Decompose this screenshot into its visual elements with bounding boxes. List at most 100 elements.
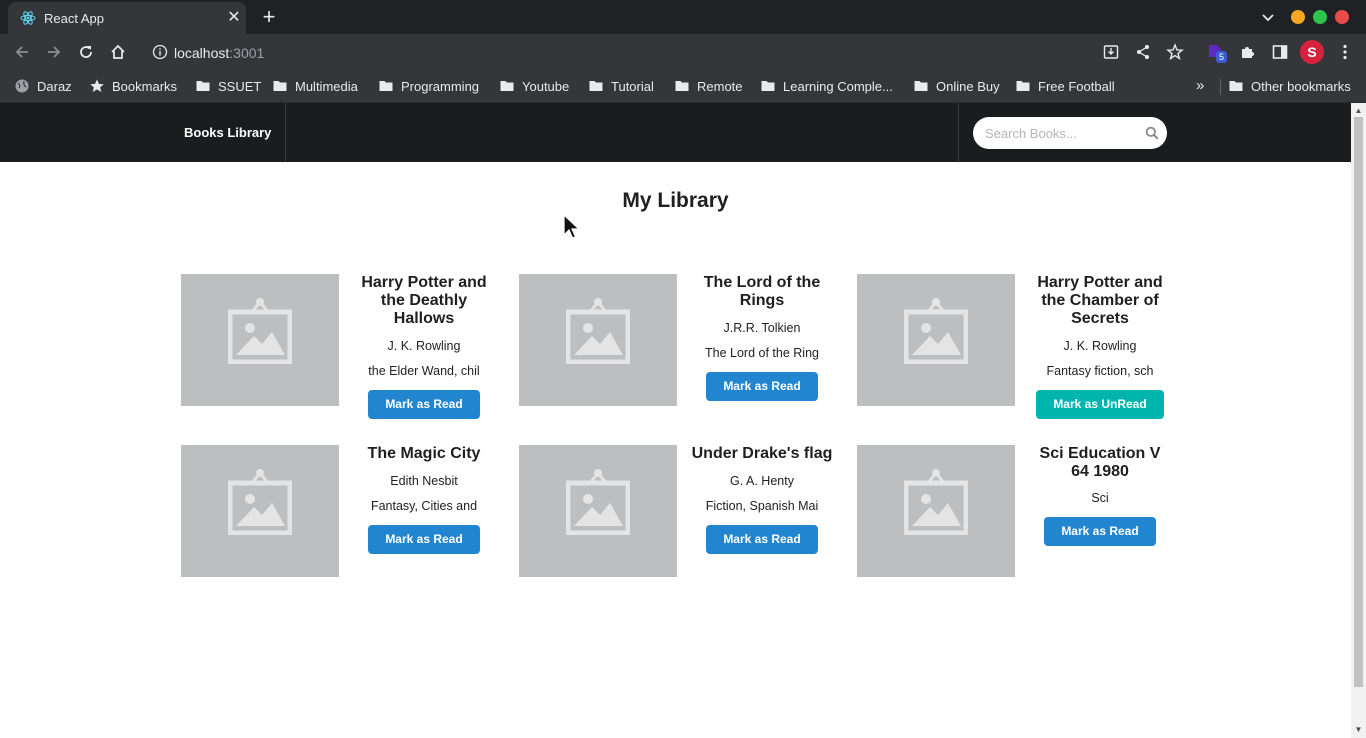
folder-icon: [1229, 81, 1243, 91]
book-cover: [181, 445, 339, 577]
book-cover: [857, 274, 1015, 406]
book-title: Under Drake's flag: [691, 445, 833, 462]
search-area: [958, 103, 1183, 162]
extension-badge: 5: [1216, 51, 1228, 63]
close-window-button[interactable]: [1335, 10, 1349, 24]
mark-as-read-button[interactable]: Mark as Read: [368, 390, 480, 419]
chevron-double-right-icon[interactable]: »: [1196, 78, 1210, 94]
book-description: The Lord of the Ring: [705, 346, 819, 360]
bookmark-folder-free-football[interactable]: Free Football: [1015, 78, 1115, 94]
brand-link[interactable]: Books Library: [168, 103, 287, 162]
bookmark-folder-tutorial[interactable]: Tutorial: [588, 78, 654, 94]
book-author: J. K. Rowling: [1063, 339, 1137, 353]
book-info: The Lord of the Rings J.R.R. Tolkien The…: [691, 274, 833, 401]
search-box: [973, 117, 1167, 149]
image-placeholder-icon: [566, 298, 630, 364]
book-title: Harry Potter and the Deathly Hallows: [361, 274, 487, 327]
search-icon[interactable]: [1145, 126, 1159, 140]
share-icon[interactable]: [1134, 43, 1152, 61]
chevron-down-icon[interactable]: [1260, 9, 1276, 25]
mouse-cursor-icon: [563, 214, 581, 239]
folder-icon: [914, 81, 928, 91]
back-arrow-icon[interactable]: [13, 43, 31, 61]
book-cover: [181, 274, 339, 406]
bookmark-folder-remote[interactable]: Remote: [674, 78, 743, 94]
puzzle-extensions-icon[interactable]: [1239, 43, 1257, 61]
bookmark-folder-other[interactable]: Other bookmarks: [1228, 78, 1351, 94]
new-tab-icon[interactable]: +: [258, 6, 280, 28]
book-description: Sci: [1091, 491, 1109, 505]
book-info: Harry Potter and the Chamber of Secrets …: [1029, 274, 1171, 419]
page-title: My Library: [622, 189, 729, 212]
book-cover: [519, 445, 677, 577]
browser-toolbar: localhost:3001 5 S: [0, 34, 1366, 70]
book-description: Fantasy, Cities and: [370, 499, 478, 513]
bookmark-daraz[interactable]: Daraz: [14, 78, 72, 94]
folder-icon: [589, 81, 603, 91]
book-title: The Magic City: [367, 445, 481, 462]
url-host: localhost: [174, 45, 230, 61]
book-info: The Magic City Edith Nesbit Fantasy, Cit…: [353, 445, 495, 554]
search-input[interactable]: [985, 123, 1135, 143]
bookmarks-bar: Daraz Bookmarks SSUET Multimedia Program…: [0, 70, 1366, 103]
mark-as-read-button[interactable]: Mark as Read: [706, 525, 818, 554]
folder-icon: [500, 81, 514, 91]
maximize-button[interactable]: [1313, 10, 1327, 24]
bookmark-label: Online Buy: [936, 78, 1000, 94]
book-card: Harry Potter and the Chamber of Secrets …: [857, 274, 1177, 419]
book-author: J.R.R. Tolkien: [723, 321, 801, 335]
page-viewport: Books Library My Library Harry Potter an…: [0, 103, 1351, 738]
address-bar[interactable]: localhost:3001: [140, 36, 1140, 68]
browser-tab-active[interactable]: React App ✕: [8, 2, 246, 34]
scroll-down-arrow-icon[interactable]: ▼: [1354, 725, 1363, 734]
book-info: Under Drake's flag G. A. Henty Fiction, …: [691, 445, 833, 554]
home-icon[interactable]: [109, 43, 127, 61]
bookmark-label: Bookmarks: [112, 78, 178, 94]
profile-initial: S: [1307, 44, 1317, 60]
bookmark-folder-ssuet[interactable]: SSUET: [195, 78, 261, 94]
forward-arrow-icon[interactable]: [45, 43, 63, 61]
book-description: Fiction, Spanish Mai: [705, 499, 819, 513]
bookmark-bookmarks[interactable]: Bookmarks: [89, 78, 177, 94]
mark-as-read-button[interactable]: Mark as Read: [706, 372, 818, 401]
bookmark-folder-online-buy[interactable]: Online Buy: [913, 78, 1000, 94]
url-port: :3001: [229, 45, 265, 61]
mark-as-unread-button[interactable]: Mark as UnRead: [1036, 390, 1164, 419]
book-card: Harry Potter and the Deathly Hallows J. …: [181, 274, 501, 419]
url-text[interactable]: localhost:3001: [174, 45, 264, 61]
bookmark-label: Learning Comple...: [783, 78, 893, 94]
mark-as-read-button[interactable]: Mark as Read: [368, 525, 480, 554]
bookmark-folder-learning[interactable]: Learning Comple...: [760, 78, 893, 94]
folder-icon: [761, 81, 775, 91]
folder-icon: [675, 81, 689, 91]
bookmark-folder-programming[interactable]: Programming: [378, 78, 479, 94]
bookmark-label: Remote: [697, 78, 743, 94]
bookmark-label: Tutorial: [611, 78, 654, 94]
page-scrollbar[interactable]: ▲ ▼: [1351, 103, 1366, 738]
install-app-icon[interactable]: [1102, 43, 1120, 61]
scroll-up-arrow-icon[interactable]: ▲: [1354, 106, 1363, 115]
book-card: Sci Education V 64 1980 Sci Mark as Read: [857, 445, 1177, 577]
book-author: J. K. Rowling: [387, 339, 461, 353]
info-icon[interactable]: [152, 44, 168, 60]
book-info: Harry Potter and the Deathly Hallows J. …: [353, 274, 495, 419]
mark-as-read-button[interactable]: Mark as Read: [1044, 517, 1156, 546]
image-placeholder-icon: [904, 469, 968, 535]
bookmark-folder-multimedia[interactable]: Multimedia: [272, 78, 358, 94]
book-info: Sci Education V 64 1980 Sci Mark as Read: [1029, 445, 1171, 546]
close-tab-icon[interactable]: ✕: [226, 10, 242, 26]
reload-icon[interactable]: [77, 43, 95, 61]
extension-icon[interactable]: 5: [1206, 42, 1228, 64]
bookmark-folder-youtube[interactable]: Youtube: [499, 78, 569, 94]
scrollbar-thumb[interactable]: [1354, 117, 1363, 687]
bookmark-label: Multimedia: [295, 78, 358, 94]
profile-avatar[interactable]: S: [1300, 40, 1324, 64]
book-author: G. A. Henty: [730, 474, 794, 488]
book-cover: [857, 445, 1015, 577]
image-placeholder-icon: [228, 469, 292, 535]
book-card: The Magic City Edith Nesbit Fantasy, Cit…: [181, 445, 501, 577]
side-panel-icon[interactable]: [1271, 43, 1289, 61]
star-icon[interactable]: [1166, 43, 1184, 61]
more-menu-icon[interactable]: [1336, 43, 1354, 61]
minimize-button[interactable]: [1291, 10, 1305, 24]
